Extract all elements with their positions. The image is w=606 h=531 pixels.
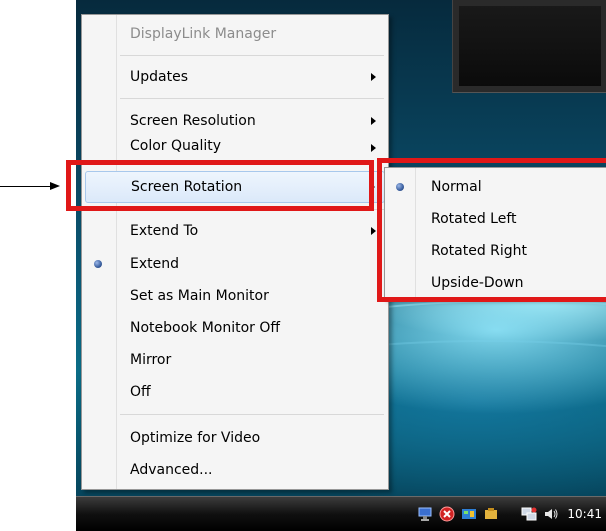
menu-separator (120, 55, 384, 56)
menu-item-label: Set as Main Monitor (130, 288, 269, 304)
speaker-icon[interactable] (543, 506, 559, 522)
menu-item-label: Screen Resolution (130, 113, 256, 129)
menu-item-screen-resolution[interactable]: Screen Resolution (82, 106, 388, 136)
taskbar: 10:41 (76, 496, 606, 531)
submenu-arrow-icon (371, 144, 376, 152)
submenu-item-normal[interactable]: Normal (385, 172, 606, 202)
menu-item-off[interactable]: Off (82, 377, 388, 407)
app-tray-icon[interactable] (461, 506, 477, 522)
submenu-arrow-icon (371, 117, 376, 125)
menu-item-screen-rotation[interactable]: Screen Rotation (85, 171, 385, 203)
menu-separator (120, 414, 384, 415)
menu-item-label: Mirror (130, 352, 172, 368)
menu-item-optimize-for-video[interactable]: Optimize for Video (82, 423, 388, 453)
menu-item-color-quality[interactable]: Color Quality (82, 138, 388, 156)
drive-tray-icon[interactable] (483, 506, 499, 522)
menu-item-label: Optimize for Video (130, 430, 261, 446)
background-window[interactable] (452, 0, 606, 93)
menu-item-updates[interactable]: Updates (82, 62, 388, 92)
screen-rotation-submenu: Normal Rotated Left Rotated Right Upside… (384, 167, 606, 299)
displaylink-monitor-icon[interactable] (417, 506, 433, 522)
network-icon[interactable] (521, 506, 537, 522)
system-tray: 10:41 (417, 497, 606, 531)
security-alert-icon[interactable] (439, 506, 455, 522)
submenu-item-upside-down[interactable]: Upside-Down (385, 268, 606, 298)
menu-item-label: Screen Rotation (131, 179, 243, 195)
taskbar-clock[interactable]: 10:41 (567, 507, 602, 521)
menu-item-label: Updates (130, 69, 188, 85)
submenu-arrow-icon (371, 73, 376, 81)
menu-item-advanced[interactable]: Advanced... (82, 455, 388, 485)
menu-item-label: Rotated Right (431, 243, 528, 259)
selected-radio-bullet-icon (396, 183, 404, 191)
menu-item-label: DisplayLink Manager (130, 26, 277, 42)
menu-item-extend-to[interactable]: Extend To (82, 216, 388, 246)
selected-radio-bullet-icon (94, 260, 102, 268)
menu-separator (120, 98, 384, 99)
menu-separator (120, 209, 384, 210)
annotation-arrow-head-icon (50, 182, 60, 190)
menu-item-label: Rotated Left (431, 211, 517, 227)
menu-item-label: Upside-Down (431, 275, 524, 291)
menu-item-label: Advanced... (130, 462, 213, 478)
menu-item-mirror[interactable]: Mirror (82, 345, 388, 375)
submenu-arrow-icon (371, 227, 376, 235)
submenu-item-rotated-right[interactable]: Rotated Right (385, 236, 606, 266)
menu-item-set-as-main-monitor[interactable]: Set as Main Monitor (82, 281, 388, 311)
menu-item-notebook-monitor-off[interactable]: Notebook Monitor Off (82, 313, 388, 343)
menu-item-label: Extend (130, 256, 179, 272)
displaylink-context-menu: DisplayLink Manager Updates Screen Resol… (81, 14, 389, 490)
submenu-arrow-icon (370, 183, 375, 191)
annotation-arrow-line (0, 186, 52, 187)
menu-title-displaylink-manager: DisplayLink Manager (82, 19, 388, 49)
menu-item-label: Notebook Monitor Off (130, 320, 281, 336)
menu-item-extend[interactable]: Extend (82, 249, 388, 279)
menu-item-label: Color Quality (130, 138, 222, 154)
menu-item-label: Off (130, 384, 151, 400)
submenu-item-rotated-left[interactable]: Rotated Left (385, 204, 606, 234)
menu-item-label: Normal (431, 179, 482, 195)
menu-item-label: Extend To (130, 223, 199, 239)
